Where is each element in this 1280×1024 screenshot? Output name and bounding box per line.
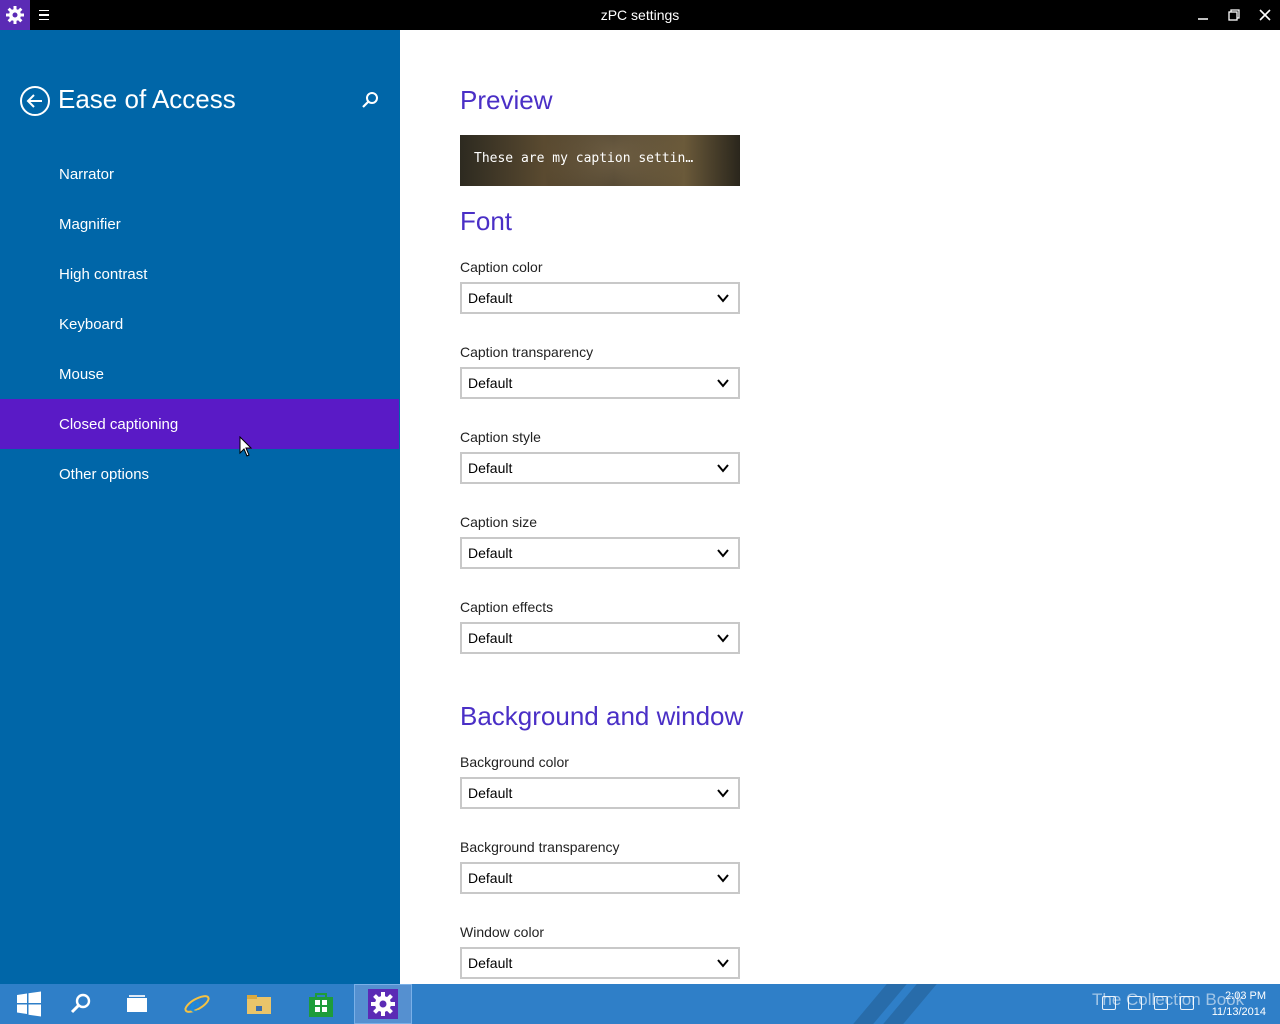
title-bar: zPC settings [0, 0, 1280, 30]
caption-style-label: Caption style [460, 429, 541, 445]
folder-icon [247, 995, 271, 1014]
taskbar: e The Collection Book 2:03 PM 11/13/2014 [0, 984, 1280, 1024]
chevron-down-icon [717, 959, 729, 968]
sidebar-item-high-contrast[interactable]: High contrast [0, 249, 399, 299]
caption-color-label: Caption color [460, 259, 543, 275]
search-icon [70, 993, 91, 1014]
caption-style-dropdown[interactable]: Default [460, 452, 740, 484]
task-view-button[interactable] [108, 984, 166, 1024]
clock-time: 2:03 PM [1225, 990, 1266, 1002]
sidebar-item-label: Mouse [59, 365, 105, 383]
restore-button[interactable] [1218, 0, 1250, 30]
sidebar-item-mouse[interactable]: Mouse [0, 349, 399, 399]
background-window-heading: Background and window [460, 701, 744, 731]
chevron-down-icon [717, 549, 729, 558]
sidebar-item-label: Other options [59, 465, 150, 483]
background-transparency-dropdown[interactable]: Default [460, 862, 740, 894]
sidebar-item-label: High contrast [59, 265, 148, 283]
caption-transparency-dropdown[interactable]: Default [460, 367, 740, 399]
mouse-cursor-icon [239, 436, 253, 457]
back-arrow-icon [20, 86, 50, 116]
close-button[interactable] [1249, 0, 1280, 30]
file-explorer-button[interactable] [230, 984, 288, 1024]
background-color-label: Background color [460, 754, 569, 770]
caption-effects-label: Caption effects [460, 599, 554, 615]
window-title: zPC settings [600, 7, 680, 23]
clock[interactable]: 2:03 PM 11/13/2014 [1212, 988, 1266, 1020]
font-heading: Font [460, 206, 513, 236]
sidebar-item-label: Magnifier [59, 215, 121, 233]
start-button[interactable] [0, 984, 58, 1024]
dropdown-value: Default [468, 955, 513, 971]
sidebar-item-keyboard[interactable]: Keyboard [0, 299, 399, 349]
sidebar-item-label: Narrator [59, 165, 115, 183]
sidebar-item-other-options[interactable]: Other options [0, 449, 399, 499]
taskbar-search-button[interactable] [52, 984, 110, 1024]
keyboard-icon[interactable] [1180, 996, 1194, 1010]
window-color-label: Window color [460, 924, 545, 940]
flag-icon[interactable] [1102, 996, 1116, 1010]
caption-preview: These are my caption settin… [460, 135, 740, 186]
chevron-down-icon [717, 464, 729, 473]
sidebar: Ease of Access Narrator Magnifier High c… [0, 30, 400, 984]
gear-icon [368, 989, 398, 1019]
back-button[interactable] [19, 85, 51, 117]
chevron-down-icon [717, 634, 729, 643]
clock-date: 11/13/2014 [1211, 1006, 1266, 1018]
dropdown-value: Default [468, 375, 513, 391]
chevron-down-icon [717, 789, 729, 798]
dropdown-value: Default [468, 630, 513, 646]
caption-transparency-label: Caption transparency [460, 344, 594, 360]
internet-explorer-icon: e [184, 992, 210, 1017]
dropdown-value: Default [468, 545, 513, 561]
chevron-down-icon [717, 874, 729, 883]
caption-size-dropdown[interactable]: Default [460, 537, 740, 569]
chevron-down-icon [717, 294, 729, 303]
sidebar-item-narrator[interactable]: Narrator [0, 149, 399, 199]
section-title: Ease of Access [58, 84, 236, 114]
restore-icon [1228, 9, 1240, 21]
dropdown-value: Default [468, 290, 513, 306]
windows-logo-icon [17, 991, 41, 1017]
network-icon[interactable] [1128, 996, 1142, 1010]
search-button[interactable] [360, 90, 382, 112]
internet-explorer-button[interactable]: e [168, 984, 226, 1024]
preview-caption-text: These are my caption settin… [474, 151, 694, 166]
caption-effects-dropdown[interactable]: Default [460, 622, 740, 654]
background-transparency-label: Background transparency [460, 839, 620, 855]
background-color-dropdown[interactable]: Default [460, 777, 740, 809]
dropdown-value: Default [468, 870, 513, 886]
dropdown-value: Default [468, 785, 513, 801]
main-content: Preview These are my caption settin… Fon… [400, 30, 1280, 984]
sidebar-item-magnifier[interactable]: Magnifier [0, 199, 399, 249]
close-icon [1259, 9, 1271, 21]
window-color-dropdown[interactable]: Default [460, 947, 740, 979]
preview-heading: Preview [460, 85, 553, 115]
svg-text:e: e [190, 992, 200, 1017]
store-bag-icon [309, 993, 333, 1017]
dropdown-value: Default [468, 460, 513, 476]
caption-size-label: Caption size [460, 514, 538, 530]
minimize-button[interactable] [1187, 0, 1219, 30]
task-view-icon [127, 995, 147, 1012]
sidebar-item-label: Closed captioning [59, 415, 179, 433]
sidebar-item-closed-captioning[interactable]: Closed captioning [0, 399, 399, 449]
search-icon [362, 92, 378, 108]
store-button[interactable] [292, 984, 350, 1024]
caption-color-dropdown[interactable]: Default [460, 282, 740, 314]
settings-taskbar-button[interactable] [354, 984, 412, 1024]
chevron-down-icon [717, 379, 729, 388]
sidebar-item-label: Keyboard [59, 315, 124, 333]
volume-icon[interactable] [1154, 996, 1168, 1010]
minimize-icon [1198, 18, 1208, 20]
system-tray [1102, 996, 1194, 1010]
